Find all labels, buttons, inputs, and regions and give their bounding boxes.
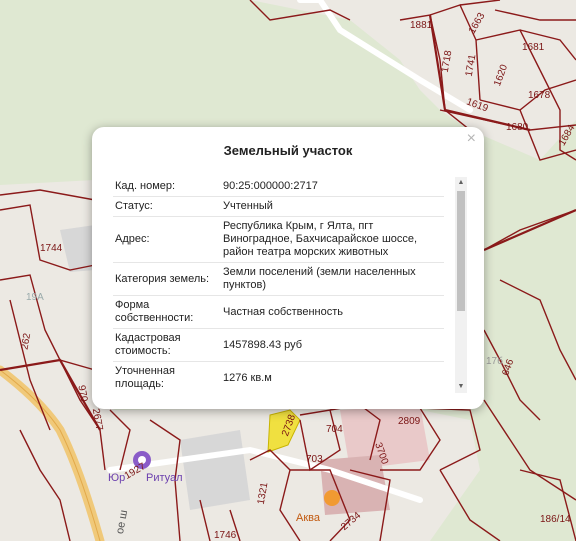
attribute-key: Форма собственности:	[113, 295, 221, 329]
attribute-row: Кад. номер: 90:25:000000:2717	[113, 177, 444, 197]
scroll-up-icon[interactable]: ▲	[455, 177, 467, 189]
attribute-row: Категория земель: Земли поселений (земли …	[113, 262, 444, 296]
parcel-label: 703	[306, 454, 323, 465]
attribute-value: Республика Крым, г Ялта, пгт Виноградное…	[221, 216, 444, 263]
attribute-key: Кад. номер:	[113, 177, 221, 197]
scroll-down-icon[interactable]: ▼	[455, 381, 467, 393]
attribute-value: 1457898.43 руб	[221, 328, 444, 362]
parcel-label: 1746	[214, 530, 237, 541]
attribute-value: 1276 кв.м	[221, 361, 444, 393]
attribute-key: Кадастровая стоимость:	[113, 328, 221, 362]
popup-scrollbar[interactable]: ▲ ▼	[455, 177, 467, 393]
popup-title: Земельный участок	[223, 143, 353, 158]
attribute-key: Категория земель:	[113, 262, 221, 296]
attribute-row: Статус: Учтенный	[113, 196, 444, 217]
attribute-value: Учтенный	[221, 196, 444, 217]
attribute-key: Уточненная площадь:	[113, 361, 221, 393]
scrollbar-thumb[interactable]	[457, 191, 465, 311]
parcel-attributes-table: Кад. номер: 90:25:000000:2717 Статус: Учтен…	[113, 177, 444, 393]
poi-aqua-label[interactable]: Аква	[296, 512, 320, 524]
parcel-label: 1680	[506, 122, 529, 133]
parcel-label: 17б	[486, 356, 503, 367]
parcel-label: 704	[326, 424, 343, 435]
attribute-value: 90:25:000000:2717	[221, 177, 444, 197]
parcel-label: 1678	[528, 90, 551, 101]
attribute-value: Земли поселений (земли населенных пункто…	[221, 262, 444, 296]
attribute-value: Частная собственность	[221, 295, 444, 329]
attribute-row: Уточненная площадь: 1276 кв.м	[113, 361, 444, 393]
attribute-key: Адрес:	[113, 216, 221, 263]
attribute-row: Кадастровая стоимость: 1457898.43 руб	[113, 328, 444, 362]
poi-ritual-label[interactable]: Ритуал	[146, 472, 183, 484]
parcel-label: 1681	[522, 42, 545, 53]
parcel-label: 1744	[40, 243, 63, 254]
parcel-label: 186/14	[540, 514, 571, 525]
parcel-label: 1881	[410, 20, 433, 31]
parcel-label: 19A	[26, 292, 44, 303]
parcel-info-popup: Земельный участок × Кад. номер: 90:25:000…	[92, 127, 484, 409]
close-icon[interactable]: ×	[467, 131, 476, 147]
attribute-key: Статус:	[113, 196, 221, 217]
popup-scroll-area[interactable]: Кад. номер: 90:25:000000:2717 Статус: Учтен…	[113, 177, 467, 393]
aqua-poi-icon[interactable]	[324, 490, 340, 506]
attribute-row: Форма собственности: Частная собственност…	[113, 295, 444, 329]
attribute-row: Адрес: Республика Крым, г Ялта, пгт Виног…	[113, 216, 444, 263]
parcel-label: 2809	[398, 416, 421, 427]
